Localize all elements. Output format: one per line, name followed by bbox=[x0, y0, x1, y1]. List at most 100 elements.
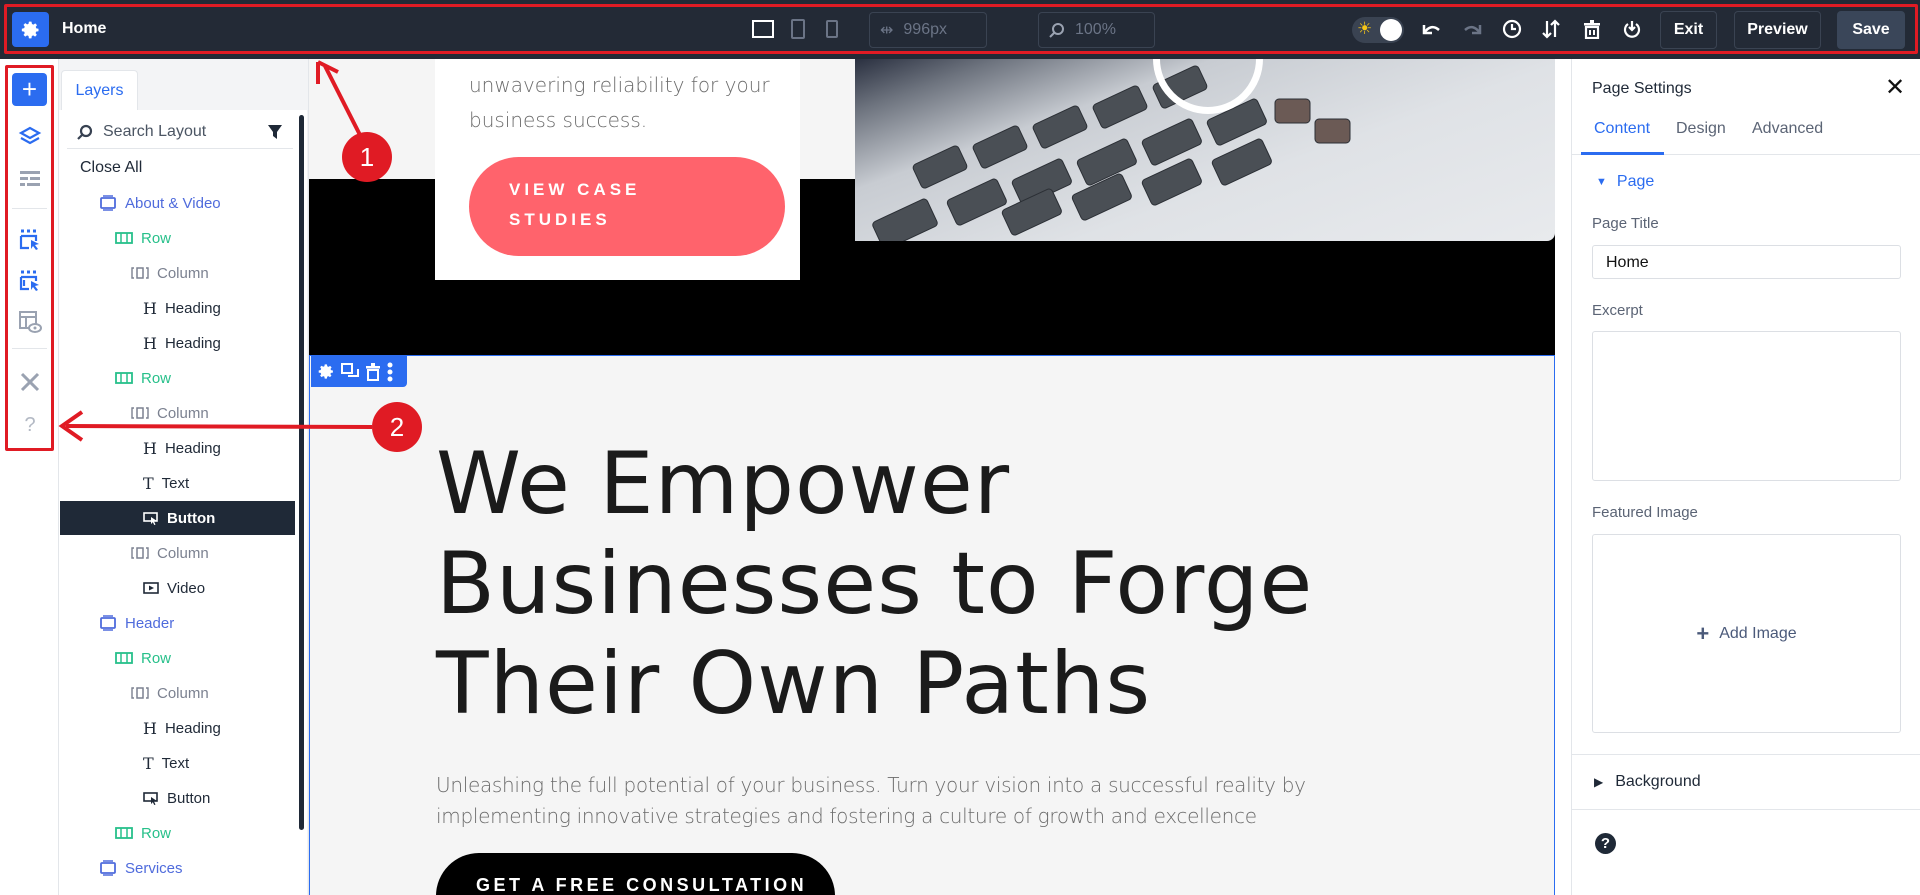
layer-label: Column bbox=[157, 264, 209, 282]
layer-item-heading[interactable]: H Heading bbox=[60, 431, 295, 465]
tab-layers[interactable]: Layers bbox=[61, 70, 138, 111]
layer-item-selected[interactable]: Button bbox=[60, 501, 295, 535]
layer-item-row[interactable]: Row bbox=[60, 361, 295, 395]
layer-label: Button bbox=[167, 789, 211, 807]
section-toolbar bbox=[311, 356, 407, 387]
layer-item-heading[interactable]: H Heading bbox=[60, 291, 295, 325]
duplicate-icon[interactable] bbox=[341, 363, 359, 380]
row-icon bbox=[115, 650, 141, 666]
plus-icon: + bbox=[1696, 620, 1710, 646]
button-text: STUDIES bbox=[509, 210, 611, 229]
featured-image-label: Featured Image bbox=[1592, 504, 1698, 521]
video-icon bbox=[143, 581, 167, 595]
text-icon: T bbox=[143, 473, 154, 493]
card-text[interactable]: unwavering reliability for your business… bbox=[469, 68, 770, 138]
help-button[interactable]: ? bbox=[1595, 833, 1616, 854]
search-icon bbox=[77, 124, 93, 140]
close-icon: ✕ bbox=[1885, 74, 1906, 101]
layer-item-column[interactable]: Column bbox=[60, 396, 295, 430]
layer-item-text[interactable]: T Text bbox=[60, 746, 295, 780]
tab-advanced[interactable]: Advanced bbox=[1752, 120, 1823, 138]
layer-item-row[interactable]: Row bbox=[60, 816, 295, 850]
layer-label: Heading bbox=[164, 334, 221, 352]
hero-paragraph[interactable]: Unleashing the full potential of your bu… bbox=[436, 770, 1306, 832]
layer-label: Video bbox=[167, 579, 206, 597]
annotation-box-toolbar bbox=[4, 4, 1918, 54]
layer-label: Button bbox=[167, 509, 216, 527]
layer-item-section[interactable]: About & Video bbox=[60, 186, 295, 220]
view-case-studies-button[interactable]: VIEW CASE STUDIES bbox=[469, 157, 785, 256]
input-value: Home bbox=[1606, 254, 1649, 271]
card-text-line: business success. bbox=[469, 108, 648, 132]
layer-label: Header bbox=[125, 614, 175, 632]
close-all-link[interactable]: Close All bbox=[80, 159, 142, 177]
section-icon bbox=[99, 195, 125, 211]
layer-item-section[interactable]: Header bbox=[60, 606, 295, 640]
layer-item-column[interactable]: Column bbox=[60, 256, 295, 290]
settings-icon[interactable] bbox=[318, 363, 335, 380]
layer-label: Text bbox=[161, 474, 190, 492]
tab-content[interactable]: Content bbox=[1594, 120, 1650, 138]
layer-label: Text bbox=[161, 754, 190, 772]
button-icon bbox=[143, 511, 167, 525]
search-placeholder: Search Layout bbox=[103, 122, 207, 140]
filter-icon[interactable] bbox=[267, 124, 283, 140]
row-icon bbox=[115, 825, 141, 841]
excerpt-label: Excerpt bbox=[1592, 302, 1643, 319]
column-icon bbox=[131, 406, 157, 420]
active-tab-indicator bbox=[1581, 152, 1664, 155]
more-options-icon[interactable] bbox=[387, 362, 393, 382]
layer-item-row[interactable]: Row bbox=[60, 221, 295, 255]
layer-label: About & Video bbox=[125, 194, 221, 212]
layer-item-column[interactable]: Column bbox=[60, 536, 295, 570]
layer-label: Heading bbox=[164, 719, 221, 737]
layer-item-text[interactable]: T Text bbox=[60, 466, 295, 500]
layers-search[interactable]: Search Layout bbox=[67, 115, 293, 149]
hero-heading[interactable]: We Empower Businesses to Forge Their Own… bbox=[436, 434, 1313, 734]
column-icon bbox=[131, 686, 157, 700]
layer-item-section[interactable]: Services bbox=[60, 851, 295, 885]
layer-item-column[interactable]: Column bbox=[60, 676, 295, 710]
text-icon: T bbox=[143, 753, 154, 773]
free-consultation-button[interactable]: GET A FREE CONSULTATION bbox=[436, 853, 835, 895]
add-image-label: Add Image bbox=[1719, 624, 1797, 642]
group-page-toggle[interactable]: ▼ Page bbox=[1596, 173, 1654, 191]
heading-icon: H bbox=[143, 718, 157, 738]
heading-line: Businesses to Forge bbox=[436, 534, 1314, 634]
layer-item-heading[interactable]: H Heading bbox=[60, 326, 295, 360]
row-icon bbox=[115, 370, 141, 386]
layer-label: Column bbox=[157, 544, 209, 562]
help-icon: ? bbox=[1600, 835, 1611, 852]
layer-label: Heading bbox=[164, 439, 221, 457]
layer-item-video[interactable]: Video bbox=[60, 571, 295, 605]
layer-item-row[interactable]: Row bbox=[60, 641, 295, 675]
layers-scrollbar[interactable] bbox=[299, 115, 304, 830]
caret-right-icon: ▶ bbox=[1594, 775, 1604, 789]
close-panel-button[interactable]: ✕ bbox=[1885, 73, 1905, 102]
heading-icon: H bbox=[143, 438, 157, 458]
excerpt-textarea[interactable] bbox=[1592, 331, 1901, 481]
layer-label: Row bbox=[141, 229, 172, 247]
panel-title: Page Settings bbox=[1592, 80, 1692, 97]
layer-item-heading[interactable]: H Heading bbox=[60, 711, 295, 745]
button-text: VIEW CASE bbox=[509, 180, 641, 199]
page-title-input[interactable]: Home bbox=[1592, 245, 1901, 279]
about-card: unwavering reliability for your business… bbox=[435, 59, 800, 280]
heading-line: We Empower bbox=[436, 434, 1011, 534]
video-thumbnail[interactable] bbox=[855, 59, 1555, 241]
featured-image-dropzone[interactable]: + Add Image bbox=[1592, 534, 1901, 733]
paragraph-line: implementing innovative strategies and f… bbox=[436, 804, 1257, 828]
row-icon bbox=[115, 230, 141, 246]
group-label: Background bbox=[1615, 773, 1701, 790]
layer-label: Services bbox=[125, 859, 183, 877]
group-background-toggle[interactable]: ▶ Background bbox=[1594, 773, 1701, 791]
trash-icon[interactable] bbox=[365, 362, 381, 381]
hero-section[interactable]: We Empower Businesses to Forge Their Own… bbox=[309, 355, 1555, 895]
annotation-marker-1: 1 bbox=[342, 132, 392, 182]
tab-design[interactable]: Design bbox=[1676, 120, 1726, 138]
builder-canvas: unwavering reliability for your business… bbox=[309, 59, 1555, 895]
page-title-label: Page Title bbox=[1592, 215, 1659, 232]
layer-item-button[interactable]: Button bbox=[60, 781, 295, 815]
tab-label: Layers bbox=[75, 82, 124, 99]
button-icon bbox=[143, 791, 167, 805]
